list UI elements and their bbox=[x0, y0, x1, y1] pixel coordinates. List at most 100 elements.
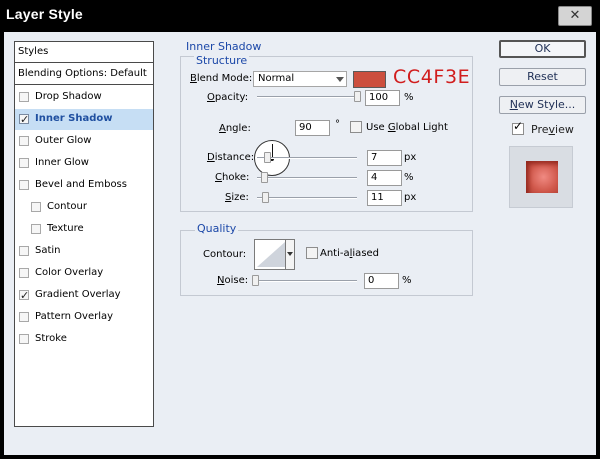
preview-swatch bbox=[526, 161, 558, 193]
slider-track bbox=[257, 157, 357, 159]
style-item-label: Bevel and Emboss bbox=[35, 179, 127, 190]
structure-title: Structure bbox=[194, 54, 250, 67]
contour-label: Contour: bbox=[203, 249, 247, 260]
angle-unit: ° bbox=[335, 119, 340, 130]
slider-track bbox=[257, 96, 361, 98]
size-unit: px bbox=[404, 192, 417, 203]
anti-aliased-checkbox[interactable] bbox=[306, 247, 318, 259]
style-item[interactable]: Stroke bbox=[15, 329, 153, 350]
blending-options-item[interactable]: Blending Options: Default bbox=[15, 64, 153, 85]
style-item[interactable]: Satin bbox=[15, 241, 153, 262]
style-item-label: Stroke bbox=[35, 333, 67, 344]
use-global-light-label: Use Global Light bbox=[366, 122, 448, 133]
new-style-button[interactable]: New Style... bbox=[499, 96, 586, 114]
styles-list: Styles Blending Options: Default Drop Sh… bbox=[14, 41, 154, 427]
style-item-checkbox[interactable] bbox=[31, 224, 41, 234]
angle-label: Angle: bbox=[219, 123, 251, 134]
angle-input[interactable]: 90 bbox=[295, 120, 330, 136]
style-item-label: Texture bbox=[47, 223, 84, 234]
style-item[interactable]: Color Overlay bbox=[15, 263, 153, 284]
window-title: Layer Style bbox=[6, 6, 83, 22]
style-item-checkbox[interactable] bbox=[19, 334, 29, 344]
slider-thumb[interactable] bbox=[262, 192, 269, 203]
choke-slider[interactable] bbox=[257, 172, 357, 184]
opacity-slider[interactable] bbox=[257, 91, 361, 103]
style-item[interactable]: Bevel and Emboss bbox=[15, 175, 153, 196]
style-preview bbox=[509, 146, 573, 208]
style-item-label: Color Overlay bbox=[35, 267, 104, 278]
style-item-label: Outer Glow bbox=[35, 135, 92, 146]
style-item-checkbox[interactable] bbox=[19, 268, 29, 278]
slider-track bbox=[257, 197, 357, 199]
style-item-checkbox[interactable] bbox=[19, 92, 29, 102]
style-item[interactable]: Gradient Overlay bbox=[15, 285, 153, 306]
style-item-checkbox[interactable] bbox=[19, 286, 29, 306]
close-button[interactable]: ✕ bbox=[558, 6, 592, 26]
section-title: Inner Shadow bbox=[184, 40, 264, 53]
size-label: Size: bbox=[225, 192, 249, 203]
distance-input[interactable]: 7 bbox=[367, 150, 402, 166]
shadow-color-swatch[interactable] bbox=[353, 71, 386, 88]
style-item-checkbox[interactable] bbox=[19, 246, 29, 256]
style-item[interactable]: Inner Shadow bbox=[15, 109, 153, 130]
title-bar: Layer Style ✕ bbox=[0, 0, 600, 32]
style-item-label: Inner Glow bbox=[35, 157, 89, 168]
color-hex-annotation: CC4F3E bbox=[393, 66, 471, 88]
style-item[interactable]: Contour bbox=[15, 197, 153, 218]
style-item-checkbox[interactable] bbox=[19, 158, 29, 168]
style-item-label: Drop Shadow bbox=[35, 91, 102, 102]
style-item-checkbox[interactable] bbox=[19, 136, 29, 146]
style-item-label: Pattern Overlay bbox=[35, 311, 114, 322]
noise-input[interactable]: 0 bbox=[364, 273, 399, 289]
reset-button[interactable]: Reset bbox=[499, 68, 586, 86]
check-icon: ✓ bbox=[513, 119, 524, 133]
ok-button[interactable]: OK bbox=[499, 40, 586, 58]
slider-thumb[interactable] bbox=[261, 172, 268, 183]
choke-unit: % bbox=[404, 172, 414, 183]
contour-dropdown-button[interactable] bbox=[285, 240, 294, 269]
blend-mode-value: Normal bbox=[258, 73, 295, 84]
style-item-checkbox[interactable] bbox=[19, 110, 29, 130]
blend-mode-label: Blend Mode: bbox=[190, 73, 253, 84]
distance-unit: px bbox=[404, 152, 417, 163]
size-input[interactable]: 11 bbox=[367, 190, 402, 206]
slider-thumb[interactable] bbox=[264, 152, 271, 163]
style-item-checkbox[interactable] bbox=[31, 202, 41, 212]
style-item[interactable]: Drop Shadow bbox=[15, 87, 153, 108]
distance-label: Distance: bbox=[207, 152, 255, 163]
chevron-down-icon bbox=[336, 77, 344, 82]
blend-mode-dropdown[interactable]: Normal bbox=[253, 71, 347, 87]
close-icon: ✕ bbox=[569, 8, 581, 23]
style-item-label: Gradient Overlay bbox=[35, 289, 121, 300]
style-item[interactable]: Texture bbox=[15, 219, 153, 240]
layer-style-dialog: Layer Style ✕ Styles Blending Options: D… bbox=[0, 0, 600, 459]
anti-aliased-label: Anti-aliased bbox=[320, 248, 380, 259]
contour-picker[interactable] bbox=[254, 239, 295, 270]
style-item-label: Satin bbox=[35, 245, 61, 256]
choke-label: Choke: bbox=[215, 172, 250, 183]
style-item-label: Inner Shadow bbox=[35, 113, 113, 124]
preview-label: Preview bbox=[531, 123, 574, 136]
use-global-light-checkbox[interactable] bbox=[350, 121, 362, 133]
opacity-input[interactable]: 100 bbox=[365, 90, 400, 106]
distance-slider[interactable] bbox=[257, 152, 357, 164]
quality-title: Quality bbox=[195, 222, 239, 235]
slider-track bbox=[257, 177, 357, 179]
style-item[interactable]: Outer Glow bbox=[15, 131, 153, 152]
noise-slider[interactable] bbox=[252, 275, 357, 287]
opacity-unit: % bbox=[404, 92, 414, 103]
choke-input[interactable]: 4 bbox=[367, 170, 402, 186]
noise-label: Noise: bbox=[217, 275, 249, 286]
noise-unit: % bbox=[402, 275, 412, 286]
style-item-label: Contour bbox=[47, 201, 87, 212]
preview-checkbox[interactable]: ✓ bbox=[512, 119, 524, 135]
slider-track bbox=[252, 280, 357, 282]
styles-header[interactable]: Styles bbox=[15, 42, 153, 63]
slider-thumb[interactable] bbox=[354, 91, 361, 102]
style-item-checkbox[interactable] bbox=[19, 312, 29, 322]
style-item[interactable]: Pattern Overlay bbox=[15, 307, 153, 328]
style-item-checkbox[interactable] bbox=[19, 180, 29, 190]
style-item[interactable]: Inner Glow bbox=[15, 153, 153, 174]
slider-thumb[interactable] bbox=[252, 275, 259, 286]
size-slider[interactable] bbox=[257, 192, 357, 204]
